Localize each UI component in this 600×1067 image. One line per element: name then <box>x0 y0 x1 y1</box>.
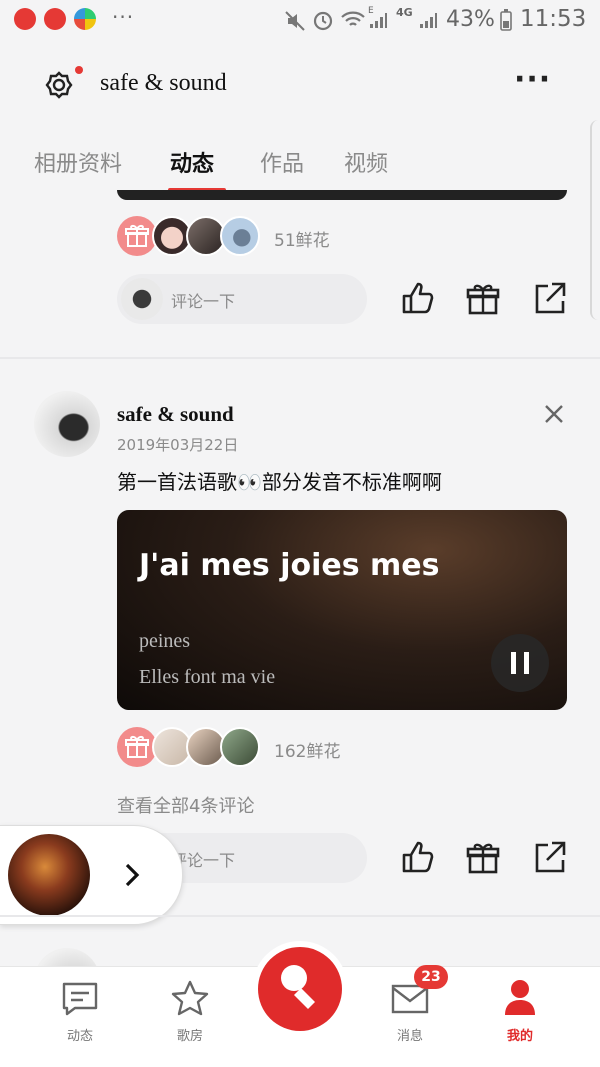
wifi-icon <box>340 9 366 35</box>
network-type: 4G <box>396 6 413 19</box>
post-divider <box>0 357 600 359</box>
record-button[interactable] <box>252 941 348 1037</box>
tab-album-info[interactable]: 相册资料 <box>34 146 122 178</box>
pause-icon <box>511 652 529 674</box>
comment-placeholder: 评论一下 <box>171 292 236 311</box>
mute-icon <box>284 10 306 36</box>
avatar <box>121 278 163 320</box>
author-avatar[interactable] <box>34 391 100 457</box>
chevron-right-icon[interactable] <box>122 862 142 892</box>
post-1-media-bottom <box>117 190 567 200</box>
signal-icon-1 <box>368 12 388 34</box>
view-all-comments-link[interactable]: 查看全部4条评论 <box>117 792 254 818</box>
avatar[interactable] <box>220 216 260 256</box>
bottom-navigation: 动态 歌房 消息 23 我的 <box>0 941 600 1067</box>
lyric-current: J'ai mes joies mes <box>139 548 440 583</box>
scrollbar[interactable] <box>590 120 600 320</box>
nav-label-me: 我的 <box>506 1029 533 1044</box>
battery-icon <box>500 9 512 35</box>
status-bar: ··· E 4G 43% 11:53 <box>0 0 600 42</box>
share-icon[interactable] <box>532 280 568 316</box>
gift-icon[interactable] <box>466 839 500 875</box>
settings-notification-dot <box>75 66 83 74</box>
tab-videos[interactable]: 视频 <box>344 146 388 178</box>
record-button-inner <box>258 947 342 1031</box>
message-badge: 23 <box>414 965 448 989</box>
gift-icon[interactable] <box>117 727 157 767</box>
chat-icon <box>62 982 98 1016</box>
pause-button[interactable] <box>491 634 549 692</box>
flower-count: 162鲜花 <box>274 742 341 762</box>
close-icon[interactable] <box>544 404 564 424</box>
nav-label-ktv: 歌房 <box>176 1029 203 1044</box>
tab-works[interactable]: 作品 <box>260 146 304 178</box>
tab-feed[interactable]: 动态 <box>170 146 214 178</box>
profile-tabs: 相册资料 动态 作品 视频 <box>0 132 600 194</box>
avatar[interactable] <box>220 727 260 767</box>
app-icon-1 <box>14 8 36 30</box>
share-icon[interactable] <box>532 839 568 875</box>
signal-icon-2 <box>418 12 438 34</box>
mini-player[interactable] <box>0 825 183 925</box>
album-cover[interactable] <box>8 834 90 916</box>
nav-me[interactable]: 我的 <box>480 979 560 1059</box>
comment-box[interactable]: 评论一下 <box>117 274 367 324</box>
more-button[interactable]: ··· <box>514 62 551 97</box>
lyric-next: peines <box>139 630 191 652</box>
alarm-icon <box>312 9 334 35</box>
user-icon <box>505 980 535 1015</box>
notification-more: ··· <box>112 5 135 29</box>
post-divider <box>0 915 600 917</box>
gift-icon[interactable] <box>117 216 157 256</box>
like-icon[interactable] <box>400 839 436 875</box>
flower-count: 51鲜花 <box>274 231 330 251</box>
gift-icon[interactable] <box>466 280 500 316</box>
nav-ktv[interactable]: 歌房 <box>150 979 230 1059</box>
clock: 11:53 <box>520 6 587 32</box>
author-name[interactable]: safe & sound <box>117 402 234 427</box>
post-date: 2019年03月22日 <box>117 436 239 454</box>
profile-header: safe & sound ··· <box>0 42 600 132</box>
post-text: 第一首法语歌👀部分发音不标准啊啊 <box>117 470 442 494</box>
star-icon <box>171 980 209 1016</box>
app-icon-2 <box>44 8 66 30</box>
page-title: safe & sound <box>100 70 227 96</box>
nav-feed[interactable]: 动态 <box>40 979 120 1059</box>
nav-label-feed: 动态 <box>66 1029 93 1044</box>
app-icon-3 <box>74 8 96 30</box>
battery-percent: 43% <box>446 7 495 32</box>
nav-label-messages: 消息 <box>396 1029 423 1044</box>
nav-messages[interactable]: 消息 <box>370 979 450 1059</box>
lyric-following: Elles font ma vie <box>139 666 276 688</box>
song-player-card[interactable]: J'ai mes joies mes peines Elles font ma … <box>117 510 567 710</box>
microphone-icon <box>281 965 315 1009</box>
like-icon[interactable] <box>400 280 436 316</box>
settings-icon[interactable] <box>44 70 74 100</box>
